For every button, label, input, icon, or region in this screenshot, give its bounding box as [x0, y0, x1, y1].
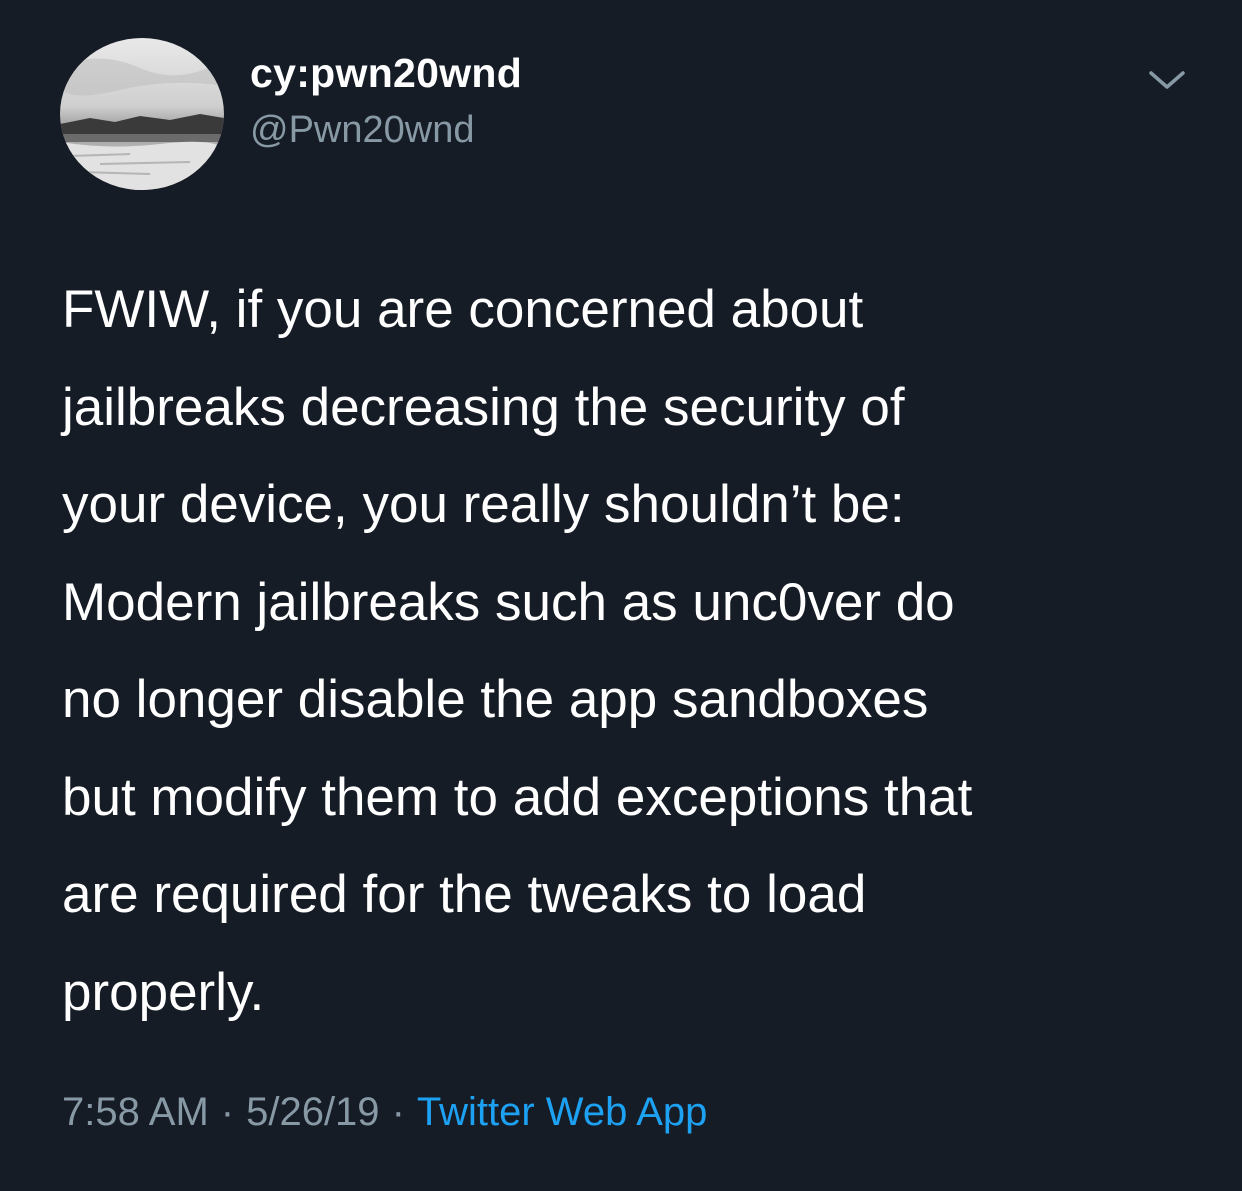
avatar[interactable] [60, 38, 224, 190]
meta-separator: · [220, 1090, 235, 1134]
tweet-card: cy:pwn20wnd @Pwn20wnd FWIW, if you are c… [0, 0, 1242, 1191]
avatar-image [60, 38, 224, 190]
tweet-date: 5/26/19 [246, 1090, 380, 1134]
tweet-metadata: 7:58 AM · 5/26/19 · Twitter Web App [62, 1090, 707, 1135]
tweet-text: FWIW, if you are concerned about jailbre… [62, 280, 973, 1022]
tweet-time: 7:58 AM [62, 1090, 209, 1134]
chevron-down-icon[interactable] [1146, 64, 1188, 94]
meta-separator: · [391, 1090, 405, 1134]
author-handle[interactable]: @Pwn20wnd [250, 109, 474, 152]
tweet-source-link[interactable]: Twitter Web App [417, 1090, 708, 1134]
author-display-name[interactable]: cy:pwn20wnd [250, 50, 522, 97]
